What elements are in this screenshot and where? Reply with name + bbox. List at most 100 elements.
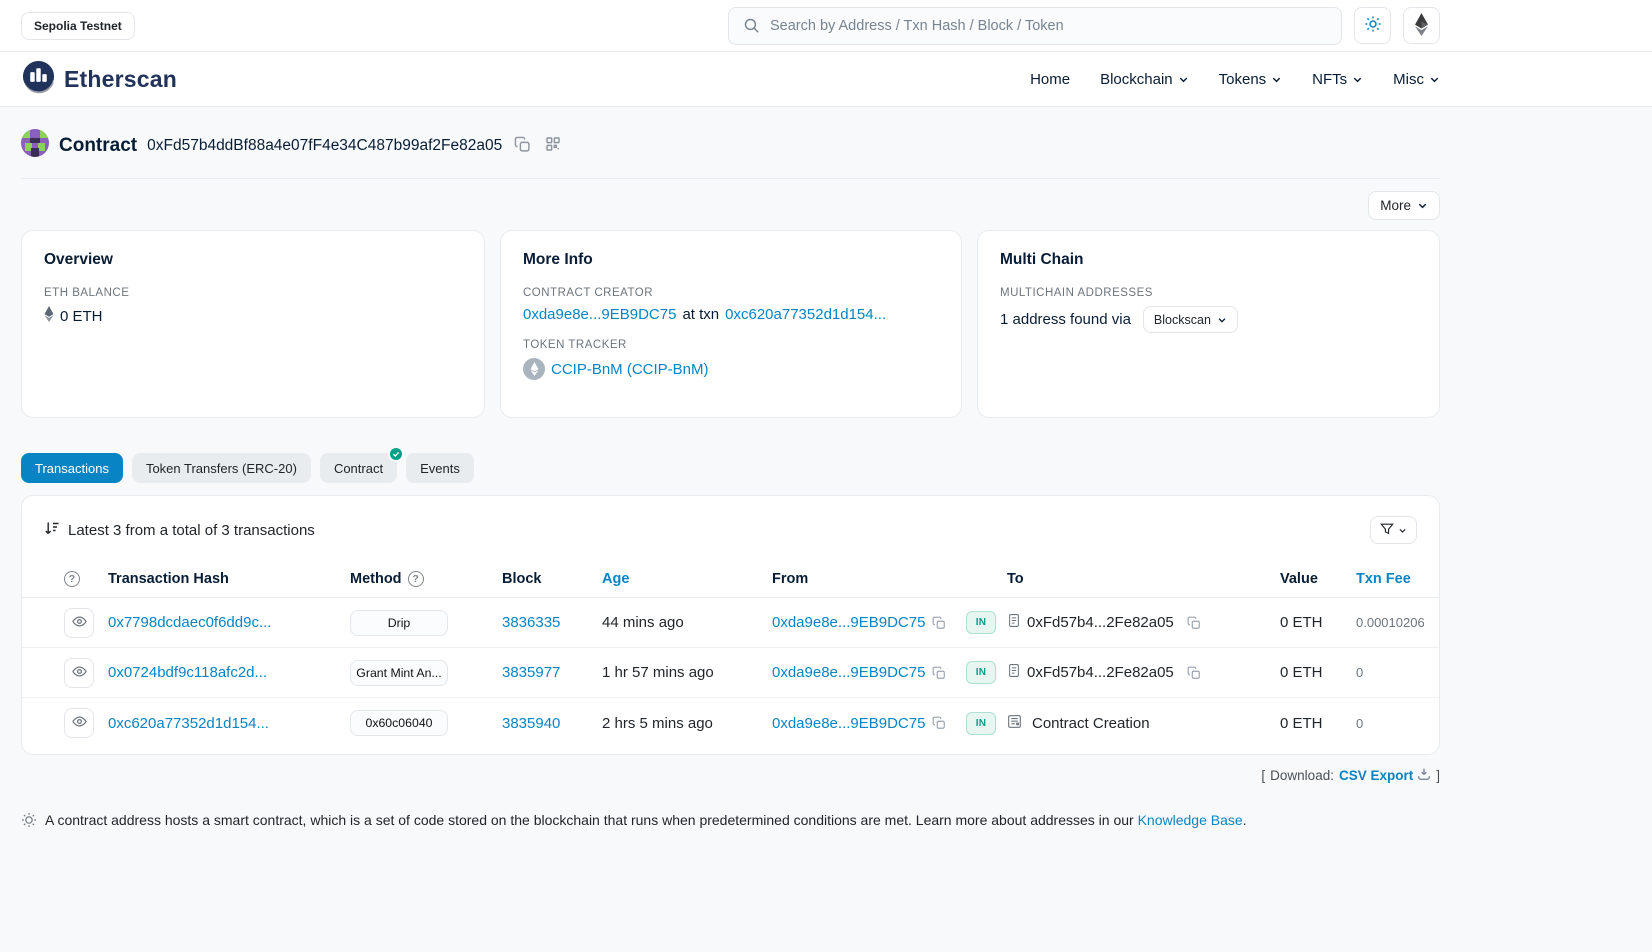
block-link[interactable]: 3835977: [502, 664, 560, 681]
copy-icon[interactable]: [1187, 616, 1201, 630]
txn-fee-text: 0: [1356, 665, 1363, 680]
main-nav: Home Blockchain Tokens NFTs Misc: [1030, 71, 1440, 88]
nav-blockchain[interactable]: Blockchain: [1100, 71, 1189, 88]
tab-transactions[interactable]: Transactions: [21, 453, 123, 483]
download-row: [ Download: CSV Export ]: [21, 767, 1440, 784]
search-input[interactable]: [770, 18, 1329, 34]
txn-hash-link[interactable]: 0x0724bdf9c118afc2d...: [108, 664, 267, 681]
nav-nfts[interactable]: NFTs: [1312, 71, 1363, 88]
hint-icon: [21, 812, 37, 831]
method-badge[interactable]: Drip: [350, 610, 448, 636]
eye-preview-button[interactable]: [64, 708, 94, 738]
eye-preview-button[interactable]: [64, 608, 94, 638]
contract-title-row: Contract 0xFd57b4ddBf88a4e07fF4e34C487b9…: [21, 107, 1440, 178]
age-text: 2 hrs 5 mins ago: [602, 715, 713, 732]
download-icon: [1417, 767, 1431, 784]
col-method: Method: [350, 571, 402, 587]
col-from: From: [772, 571, 808, 587]
to-contract-creation: Contract Creation: [1032, 715, 1150, 732]
txn-fee-text: 0.00010206: [1356, 615, 1425, 630]
token-tracker-link[interactable]: CCIP-BnM (CCIP-BnM): [551, 361, 709, 378]
table-summary: Latest 3 from a total of 3 transactions: [68, 522, 315, 539]
etherscan-logo[interactable]: Etherscan: [21, 59, 177, 99]
qr-code-button[interactable]: [543, 134, 563, 157]
from-address-link[interactable]: 0xda9e8e...9EB9DC75: [772, 664, 925, 681]
chevron-down-icon: [1429, 74, 1440, 85]
nav-tokens[interactable]: Tokens: [1219, 71, 1283, 88]
table-row: 0xc620a77352d1d154... 0x60c06040 3835940…: [22, 698, 1439, 748]
blockscan-select[interactable]: Blockscan: [1143, 306, 1238, 333]
eye-icon: [72, 664, 87, 682]
search-bar[interactable]: [728, 7, 1342, 45]
copy-icon[interactable]: [932, 666, 946, 680]
creator-txn-link[interactable]: 0xc620a77352d1d154...: [725, 306, 886, 323]
nav-home[interactable]: Home: [1030, 71, 1070, 88]
age-text: 1 hr 57 mins ago: [602, 664, 714, 681]
col-transaction-hash: Transaction Hash: [108, 571, 229, 587]
block-link[interactable]: 3836335: [502, 614, 560, 631]
network-switch-button[interactable]: [1403, 7, 1440, 44]
copy-icon[interactable]: [932, 616, 946, 630]
nav-misc[interactable]: Misc: [1393, 71, 1440, 88]
to-address: 0xFd57b4...2Fe82a05: [1027, 664, 1174, 681]
table-row: 0x0724bdf9c118afc2d... Grant Mint An... …: [22, 648, 1439, 698]
age-text: 44 mins ago: [602, 614, 684, 631]
contract-creation-icon: [1007, 714, 1022, 733]
eth-glyph-icon: [44, 306, 54, 326]
multichain-found-text: 1 address found via: [1000, 311, 1131, 328]
transactions-card: Latest 3 from a total of 3 transactions …: [21, 495, 1440, 755]
tab-token-transfers[interactable]: Token Transfers (ERC-20): [132, 453, 311, 483]
block-link[interactable]: 3835940: [502, 715, 560, 732]
csv-export-link[interactable]: CSV Export: [1339, 767, 1431, 784]
table-header-row: ? Transaction Hash Method? Block Age Fro…: [22, 560, 1439, 598]
token-icon: [523, 358, 545, 380]
eye-preview-button[interactable]: [64, 658, 94, 688]
col-to: To: [1007, 571, 1024, 587]
direction-badge: IN: [966, 611, 996, 634]
method-badge[interactable]: 0x60c06040: [350, 710, 448, 736]
network-badge[interactable]: Sepolia Testnet: [21, 12, 135, 40]
col-txn-fee-sort[interactable]: Txn Fee: [1356, 571, 1411, 587]
page-type-label: Contract: [59, 135, 137, 157]
eth-balance-label: ETH BALANCE: [44, 287, 462, 299]
document-icon: [1007, 663, 1021, 682]
creator-middle-text: at txn: [682, 306, 719, 323]
more-info-card: More Info CONTRACT CREATOR 0xda9e8e...9E…: [500, 230, 962, 418]
multichain-title: Multi Chain: [1000, 251, 1417, 269]
overview-title: Overview: [44, 251, 462, 269]
bracket-close: ]: [1436, 768, 1440, 783]
multichain-card: Multi Chain MULTICHAIN ADDRESSES 1 addre…: [977, 230, 1440, 418]
help-icon[interactable]: ?: [408, 571, 424, 587]
theme-toggle-button[interactable]: [1354, 7, 1391, 44]
site-header: Etherscan Home Blockchain Tokens NFTs Mi…: [0, 52, 1652, 107]
copy-address-button[interactable]: [512, 134, 533, 158]
tab-contract[interactable]: Contract: [320, 453, 397, 483]
help-icon[interactable]: ?: [64, 571, 80, 587]
eye-icon: [72, 614, 87, 632]
tab-events[interactable]: Events: [406, 453, 474, 483]
knowledge-base-link[interactable]: Knowledge Base: [1138, 812, 1243, 828]
download-label: Download:: [1270, 768, 1334, 783]
topbar: Sepolia Testnet: [0, 0, 1652, 52]
contract-note: A contract address hosts a smart contrac…: [21, 810, 1440, 831]
from-address-link[interactable]: 0xda9e8e...9EB9DC75: [772, 715, 925, 732]
info-cards: Overview ETH BALANCE 0 ETH More Info CON…: [21, 230, 1440, 418]
copy-icon[interactable]: [1187, 666, 1201, 680]
txn-hash-link[interactable]: 0x7798dcdaec0f6dd9c...: [108, 614, 271, 631]
document-icon: [1007, 613, 1021, 632]
title-divider: [21, 178, 1440, 179]
table-row: 0x7798dcdaec0f6dd9c... Drip 3836335 44 m…: [22, 598, 1439, 648]
creator-address-link[interactable]: 0xda9e8e...9EB9DC75: [523, 306, 676, 323]
from-address-link[interactable]: 0xda9e8e...9EB9DC75: [772, 614, 925, 631]
filter-button[interactable]: [1370, 516, 1417, 544]
method-badge[interactable]: Grant Mint An...: [350, 660, 448, 686]
value-text: 0 ETH: [1280, 614, 1323, 631]
txn-hash-link[interactable]: 0xc620a77352d1d154...: [108, 715, 269, 732]
more-button[interactable]: More: [1368, 191, 1440, 220]
chevron-down-icon: [1352, 74, 1363, 85]
copy-icon[interactable]: [932, 716, 946, 730]
overview-card: Overview ETH BALANCE 0 ETH: [21, 230, 485, 418]
tab-bar: Transactions Token Transfers (ERC-20) Co…: [21, 453, 1440, 483]
col-age-sort[interactable]: Age: [602, 571, 629, 587]
note-period: .: [1243, 812, 1247, 828]
